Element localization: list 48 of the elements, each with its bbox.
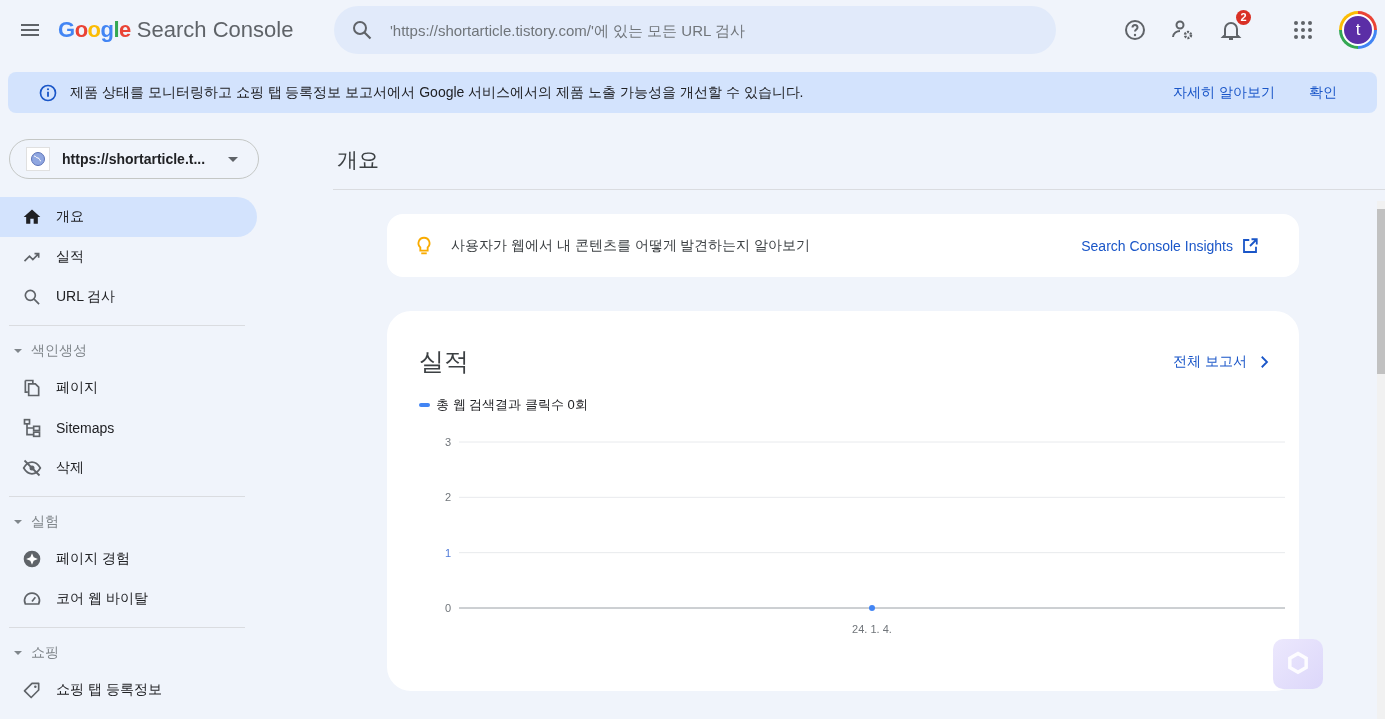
app-logo[interactable]: Google Search Console bbox=[58, 17, 318, 43]
user-settings-icon[interactable] bbox=[1171, 18, 1195, 42]
account-avatar[interactable]: t bbox=[1339, 11, 1377, 49]
pages-icon bbox=[22, 378, 42, 398]
nav-item[interactable]: Sitemaps bbox=[0, 408, 257, 448]
caret-icon bbox=[13, 648, 23, 658]
external-link-icon bbox=[1241, 236, 1259, 255]
x-axis-label: 24. 1. 4. bbox=[852, 623, 892, 635]
nav-item[interactable]: 삭제 bbox=[0, 448, 257, 488]
info-icon bbox=[38, 82, 58, 103]
sparkle-circle-icon bbox=[22, 549, 42, 569]
dismiss-button[interactable]: 확인 bbox=[1309, 79, 1337, 106]
card-title: 실적 bbox=[419, 346, 469, 377]
caret-icon bbox=[13, 346, 23, 356]
search-field[interactable]: 'https://shortarticle.tistory.com/'에 있는 모든 URL 검사 bbox=[334, 6, 1056, 54]
nav-item[interactable]: 코어 웹 바이탈 bbox=[0, 579, 257, 619]
nav-item[interactable]: 페이지 경험 bbox=[0, 539, 257, 579]
insights-link[interactable]: Search Console Insights bbox=[1081, 236, 1259, 255]
nav-item[interactable]: URL 검사 bbox=[0, 277, 257, 317]
legend-label: 총 웹 검색결과 클릭수 0회 bbox=[436, 396, 588, 414]
nav-item[interactable]: 개요 bbox=[0, 197, 257, 237]
nav-item[interactable]: 페이지 bbox=[0, 368, 257, 408]
learn-more-button[interactable]: 자세히 알아보기 bbox=[1173, 79, 1275, 106]
hidden-eye-icon bbox=[22, 458, 42, 478]
data-point bbox=[869, 605, 875, 611]
search-icon bbox=[350, 18, 374, 42]
caret-icon bbox=[13, 517, 23, 527]
apps-grid-icon[interactable] bbox=[1291, 18, 1315, 42]
globe-icon bbox=[30, 151, 46, 167]
home-icon bbox=[22, 207, 42, 227]
search-icon bbox=[22, 287, 42, 307]
notification-badge: 2 bbox=[1236, 10, 1251, 25]
y-axis-label: 2 bbox=[444, 491, 451, 504]
tag-icon bbox=[22, 680, 42, 700]
help-icon[interactable] bbox=[1123, 18, 1147, 42]
sitemap-icon bbox=[22, 418, 42, 438]
full-report-link[interactable]: 전체 보고서 bbox=[1173, 352, 1273, 371]
banner-message: 제품 상태를 모니터링하고 쇼핑 탭 등록정보 보고서에서 Google 서비스에서의 제품 노출 가능성을 개선할 수 있습니다. bbox=[70, 83, 805, 102]
y-axis-label: 0 bbox=[444, 602, 451, 614]
y-axis-label: 1 bbox=[444, 546, 451, 559]
dropdown-caret-icon bbox=[228, 156, 238, 162]
nav-item[interactable]: 실적 bbox=[0, 237, 257, 277]
y-axis-label: 3 bbox=[444, 436, 451, 448]
nav-item[interactable]: 쇼핑 탭 등록정보 bbox=[0, 670, 257, 710]
page-title: 개요 bbox=[333, 139, 1385, 190]
legend-item: 총 웹 검색결과 클릭수 0회 bbox=[419, 396, 1273, 414]
insights-text: 사용자가 웹에서 내 콘텐츠를 어떻게 발견하는지 알아보기 bbox=[451, 236, 812, 255]
scrollbar[interactable] bbox=[1377, 201, 1385, 719]
